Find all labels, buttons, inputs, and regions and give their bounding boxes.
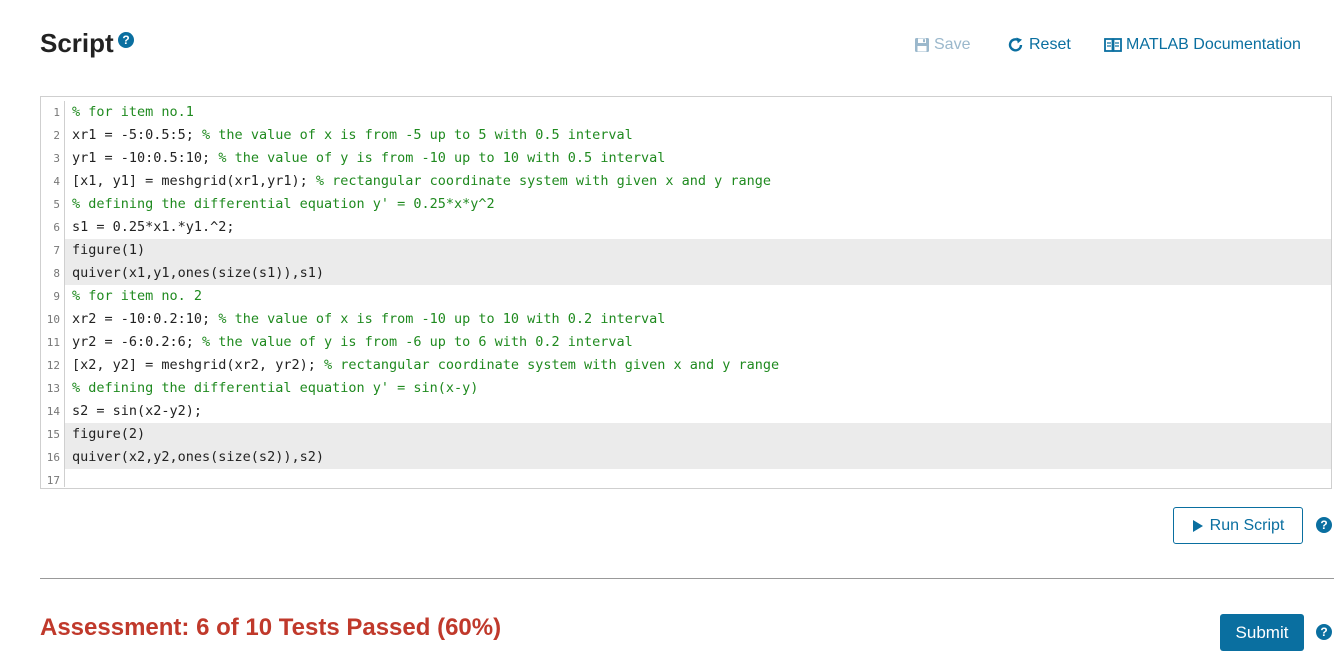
code-comment: % rectangular coordinate system with giv…: [323, 357, 780, 373]
code-comment: % the value of y is from -10 up to 10 wi…: [218, 150, 666, 166]
code-text: xr2 = -10:0.2:10;: [72, 311, 219, 327]
code-line[interactable]: 16 quiver(x2,y2,ones(size(s2)),s2): [41, 446, 1331, 469]
help-icon[interactable]: ?: [1316, 624, 1332, 640]
code-line[interactable]: 17: [41, 469, 1331, 487]
code-comment: % for item no.1: [72, 104, 194, 120]
code-line[interactable]: 12 [x2, y2] = meshgrid(xr2, yr2); % recta…: [41, 354, 1331, 377]
run-script-button[interactable]: Run Script: [1173, 507, 1303, 544]
reset-button[interactable]: Reset: [1007, 36, 1071, 54]
code-line[interactable]: 15 figure(2): [41, 423, 1331, 446]
line-code: figure(1): [65, 239, 145, 262]
code-text: xr1 = -5:0.5:5;: [72, 127, 203, 143]
code-line[interactable]: 14 s2 = sin(x2-y2);: [41, 400, 1331, 423]
line-code: yr2 = -6:0.2:6; % the value of y is from…: [65, 331, 633, 354]
docs-label: MATLAB Documentation: [1126, 36, 1301, 53]
line-code: figure(2): [65, 423, 145, 446]
run-script-label: Run Script: [1209, 516, 1285, 534]
code-text: quiver(x1,y1,ones(size(s1)),s1): [72, 265, 324, 281]
line-number: 11: [41, 331, 65, 354]
code-line[interactable]: 10 xr2 = -10:0.2:10; % the value of x is …: [41, 308, 1331, 331]
line-code: yr1 = -10:0.5:10; % the value of y is fr…: [65, 147, 665, 170]
code-text: figure(2): [72, 426, 146, 442]
code-comment: % rectangular coordinate system with giv…: [315, 173, 771, 189]
reset-label: Reset: [1029, 36, 1071, 53]
code-comment: % the value of x is from -5 up to 5 with…: [202, 127, 633, 143]
help-icon[interactable]: ?: [1316, 517, 1332, 533]
code-editor[interactable]: 1% for item no.1 2 xr1 = -5:0.5:5; % the …: [40, 96, 1332, 489]
code-line[interactable]: 13 % defining the differential equation y…: [41, 377, 1331, 400]
code-text: yr2 = -6:0.2:6;: [72, 334, 203, 350]
code-text: quiver(x2,y2,ones(size(s2)),s2): [72, 449, 324, 465]
line-number: 5: [41, 193, 65, 216]
line-code: % defining the differential equation y' …: [65, 193, 495, 216]
line-number: 2: [41, 124, 65, 147]
assessment-result: Assessment: 6 of 10 Tests Passed (60%): [40, 614, 502, 641]
code-line[interactable]: 5 % defining the differential equation y'…: [41, 193, 1331, 216]
line-code: [x2, y2] = meshgrid(xr2, yr2); % rectang…: [65, 354, 779, 377]
line-number: 6: [41, 216, 65, 239]
code-line[interactable]: 9 % for item no. 2: [41, 285, 1331, 308]
line-code: % for item no. 2: [65, 285, 202, 308]
line-code: xr1 = -5:0.5:5; % the value of x is from…: [65, 124, 633, 147]
matlab-documentation-link[interactable]: MATLAB Documentation: [1104, 36, 1301, 54]
code-text: s1 = 0.25*x1.*y1.^2;: [72, 219, 235, 235]
code-line[interactable]: 4 [x1, y1] = meshgrid(xr1,yr1); % rectang…: [41, 170, 1331, 193]
code-comment: % the value of y is from -6 up to 6 with…: [202, 334, 633, 350]
code-text: figure(1): [72, 242, 146, 258]
line-number: 16: [41, 446, 65, 469]
code-comment: % defining the differential equation y' …: [72, 380, 479, 396]
save-button[interactable]: Save: [914, 36, 970, 54]
play-icon: [1192, 519, 1203, 532]
script-header: Script ? Save Reset MATLAB Documentation: [40, 28, 1320, 62]
line-code: xr2 = -10:0.2:10; % the value of x is fr…: [65, 308, 665, 331]
line-number: 10: [41, 308, 65, 331]
code-text: s2 = sin(x2-y2);: [72, 403, 203, 419]
line-code: quiver(x1,y1,ones(size(s1)),s1): [65, 262, 324, 285]
line-number: 14: [41, 400, 65, 423]
line-number: 7: [41, 239, 65, 262]
floppy-disk-icon: [915, 38, 929, 52]
section-divider: [40, 578, 1334, 579]
code-line[interactable]: 7 figure(1): [41, 239, 1331, 262]
line-number: 17: [41, 469, 65, 487]
line-number: 8: [41, 262, 65, 285]
code-comment: % the value of x is from -10 up to 10 wi…: [218, 311, 666, 327]
code-line[interactable]: 11 yr2 = -6:0.2:6; % the value of y is fr…: [41, 331, 1331, 354]
code-text: yr1 = -10:0.5:10;: [72, 150, 219, 166]
code-text: [x2, y2] = meshgrid(xr2, yr2);: [72, 357, 324, 373]
book-icon: [1104, 38, 1122, 52]
line-code: quiver(x2,y2,ones(size(s2)),s2): [65, 446, 324, 469]
page-title: Script: [40, 28, 114, 58]
line-number: 3: [41, 147, 65, 170]
code-line[interactable]: 2 xr1 = -5:0.5:5; % the value of x is fro…: [41, 124, 1331, 147]
line-code: % for item no.1: [65, 101, 194, 124]
code-text: [x1, y1] = meshgrid(xr1,yr1);: [72, 173, 316, 189]
code-comment: % for item no. 2: [72, 288, 203, 304]
code-comment: % defining the differential equation y' …: [72, 196, 495, 212]
line-number: 1: [41, 101, 65, 124]
line-number: 9: [41, 285, 65, 308]
line-number: 12: [41, 354, 65, 377]
line-number: 13: [41, 377, 65, 400]
line-code: s1 = 0.25*x1.*y1.^2;: [65, 216, 235, 239]
refresh-icon: [1008, 37, 1023, 52]
line-code: s2 = sin(x2-y2);: [65, 400, 202, 423]
code-line[interactable]: 1 % for item no.1: [41, 101, 1331, 124]
save-label: Save: [934, 36, 971, 53]
code-line[interactable]: 8 quiver(x1,y1,ones(size(s1)),s1): [41, 262, 1331, 285]
line-number: 15: [41, 423, 65, 446]
line-code: [x1, y1] = meshgrid(xr1,yr1); % rectangu…: [65, 170, 771, 193]
submit-button[interactable]: Submit: [1220, 614, 1304, 651]
line-number: 4: [41, 170, 65, 193]
line-code: % defining the differential equation y' …: [65, 377, 478, 400]
code-line[interactable]: 3 yr1 = -10:0.5:10; % the value of y is f…: [41, 147, 1331, 170]
help-icon[interactable]: ?: [118, 32, 134, 48]
code-line[interactable]: 6 s1 = 0.25*x1.*y1.^2;: [41, 216, 1331, 239]
